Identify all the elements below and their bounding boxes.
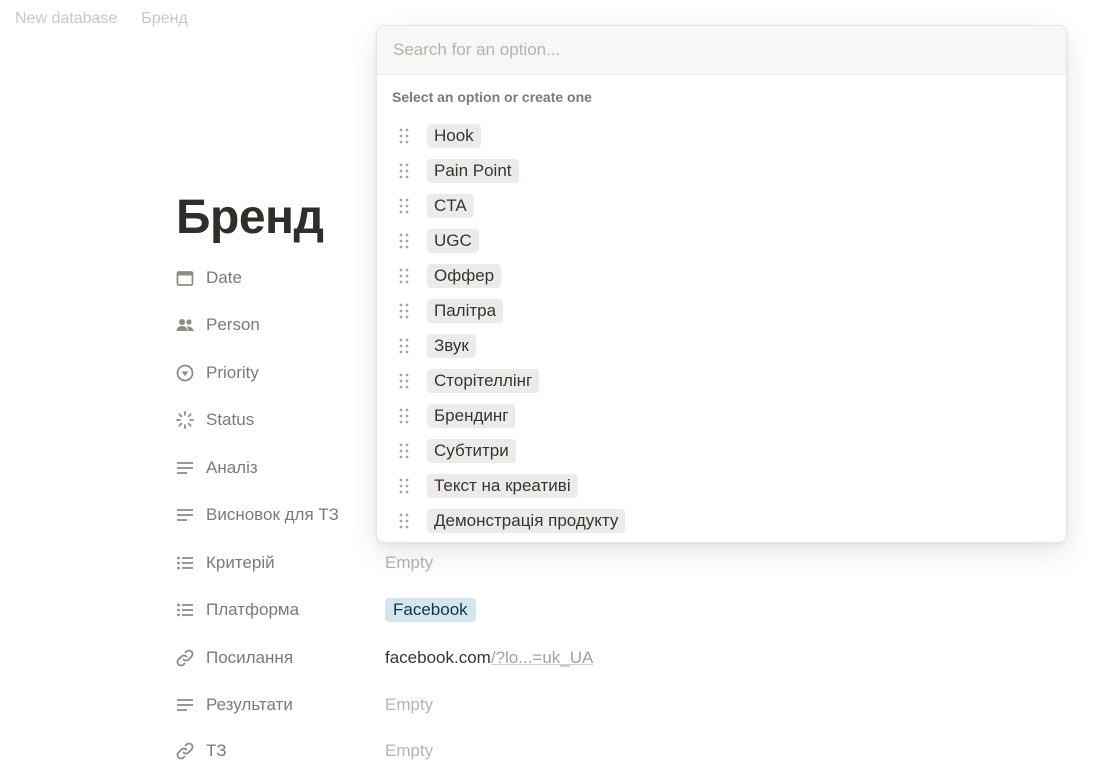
option-item[interactable]: Сторітеллінг (377, 363, 1066, 398)
property-name-status[interactable]: Status (174, 409, 384, 431)
property-name-rezultaty[interactable]: Результати (174, 694, 384, 716)
multi-select-icon (174, 599, 196, 621)
popup-heading: Select an option or create one (392, 89, 592, 105)
option-tag[interactable]: Pain Point (427, 158, 519, 183)
property-name-person[interactable]: Person (174, 314, 384, 336)
breadcrumb: New database Бренд (15, 10, 188, 28)
option-tag[interactable]: Субтитри (427, 438, 516, 463)
option-tag[interactable]: UGC (427, 228, 479, 253)
option-item[interactable]: Палітра (377, 293, 1066, 328)
drag-handle-icon[interactable] (397, 232, 411, 250)
option-tag[interactable]: CTA (427, 193, 474, 218)
option-item[interactable]: Брендинг (377, 398, 1066, 433)
property-name-vysnovok[interactable]: Висновок для ТЗ (174, 504, 384, 526)
link-icon (174, 647, 196, 669)
option-tag[interactable]: Палітра (427, 298, 504, 323)
option-item[interactable]: Субтитри (377, 433, 1066, 468)
property-value-posylannia[interactable]: facebook.com/?lo...=uk_UA (385, 648, 593, 668)
options-list: Hook Pain Point CTA UGC Оффер Палітра Звук Стор… (377, 118, 1066, 538)
drag-handle-icon[interactable] (397, 197, 411, 215)
option-tag[interactable]: Оффер (427, 263, 502, 288)
breadcrumb-item-database[interactable]: New database (15, 10, 117, 28)
text-lines-icon (174, 504, 196, 526)
property-name-tz[interactable]: ТЗ (174, 740, 384, 762)
link-icon (174, 740, 196, 762)
property-row-platforma[interactable]: Платформа Facebook (174, 590, 614, 630)
priority-icon (174, 362, 196, 384)
option-select-popup: Select an option or create one Hook Pain … (376, 25, 1067, 543)
property-value-kryterii[interactable]: Empty (385, 553, 433, 573)
property-row-tz[interactable]: ТЗ Empty (174, 731, 614, 771)
search-bar (377, 26, 1066, 75)
option-tag[interactable]: Брендинг (427, 403, 516, 428)
property-value-tz[interactable]: Empty (385, 741, 433, 761)
option-item[interactable]: CTA (377, 188, 1066, 223)
breadcrumb-item-page[interactable]: Бренд (141, 10, 187, 28)
page-title[interactable]: Бренд (176, 190, 324, 245)
property-name-kryterii[interactable]: Критерій (174, 552, 384, 574)
drag-handle-icon[interactable] (397, 407, 411, 425)
drag-handle-icon[interactable] (397, 442, 411, 460)
text-lines-icon (174, 694, 196, 716)
property-name-posylannia[interactable]: Посилання (174, 647, 384, 669)
property-value-rezultaty[interactable]: Empty (385, 695, 433, 715)
option-tag[interactable]: Звук (427, 333, 476, 358)
property-row-posylannia[interactable]: Посилання facebook.com/?lo...=uk_UA (174, 638, 614, 678)
option-item[interactable]: Звук (377, 328, 1066, 363)
link-path[interactable]: /?lo...=uk_UA (491, 648, 594, 668)
option-item[interactable]: Hook (377, 118, 1066, 153)
search-input[interactable] (391, 39, 1052, 61)
property-value-platforma[interactable]: Facebook (385, 598, 476, 622)
people-icon (174, 314, 196, 336)
platform-tag[interactable]: Facebook (385, 598, 476, 622)
option-tag[interactable]: Демонстрація продукту (427, 508, 626, 533)
status-icon (174, 409, 196, 431)
property-row-kryterii[interactable]: Критерій Empty (174, 543, 614, 583)
option-item[interactable]: UGC (377, 223, 1066, 258)
drag-handle-icon[interactable] (397, 302, 411, 320)
drag-handle-icon[interactable] (397, 162, 411, 180)
property-name-priority[interactable]: Priority (174, 362, 384, 384)
drag-handle-icon[interactable] (397, 127, 411, 145)
property-name-date[interactable]: Date (174, 267, 384, 289)
property-row-rezultaty[interactable]: Результати Empty (174, 685, 614, 725)
option-item[interactable]: Демонстрація продукту (377, 503, 1066, 538)
drag-handle-icon[interactable] (397, 512, 411, 530)
drag-handle-icon[interactable] (397, 337, 411, 355)
multi-select-icon (174, 552, 196, 574)
option-tag[interactable]: Сторітеллінг (427, 368, 540, 393)
calendar-icon (174, 267, 196, 289)
text-lines-icon (174, 457, 196, 479)
drag-handle-icon[interactable] (397, 372, 411, 390)
option-item[interactable]: Pain Point (377, 153, 1066, 188)
option-tag[interactable]: Текст на креативі (427, 473, 578, 498)
drag-handle-icon[interactable] (397, 477, 411, 495)
link-domain[interactable]: facebook.com (385, 648, 491, 668)
property-name-platforma[interactable]: Платформа (174, 599, 384, 621)
option-item[interactable]: Оффер (377, 258, 1066, 293)
property-name-analiz[interactable]: Аналіз (174, 457, 384, 479)
drag-handle-icon[interactable] (397, 267, 411, 285)
option-item[interactable]: Текст на креативі (377, 468, 1066, 503)
option-tag[interactable]: Hook (427, 123, 481, 148)
